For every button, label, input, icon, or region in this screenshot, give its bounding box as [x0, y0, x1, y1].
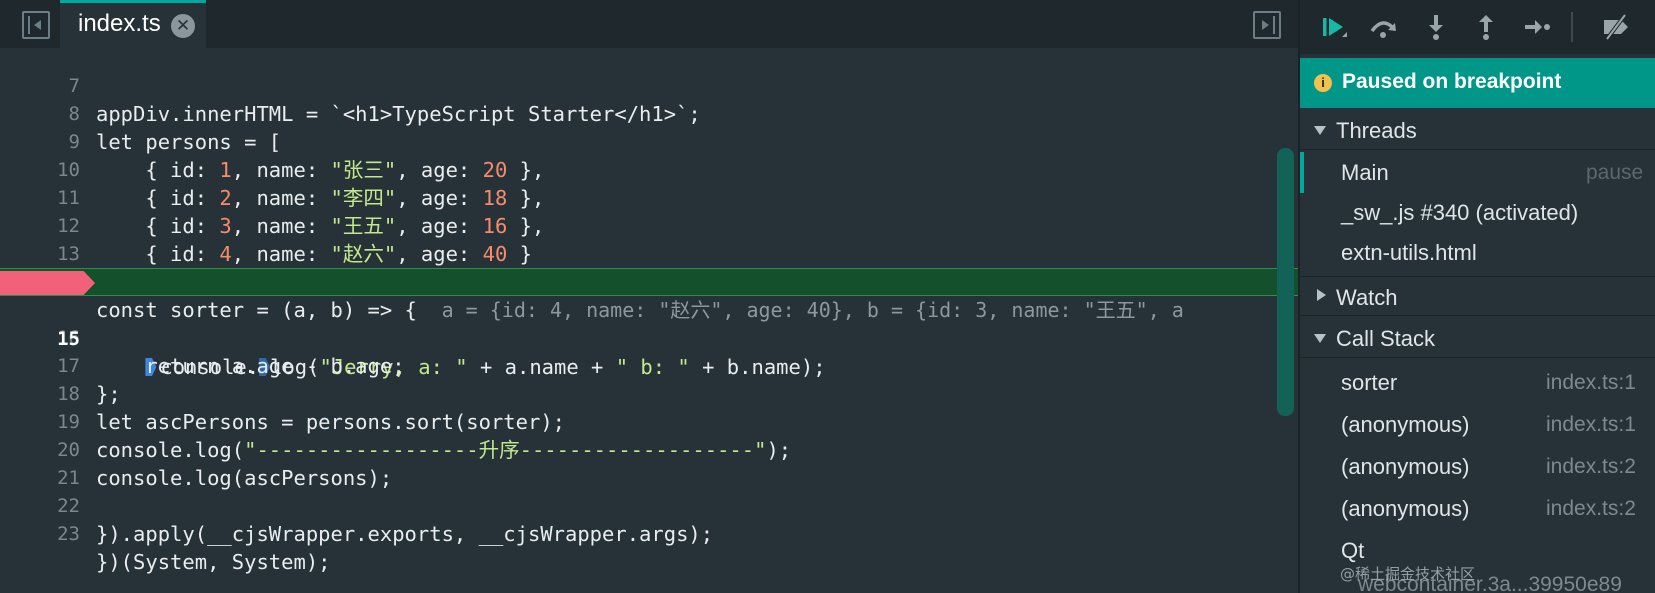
chevron-right-icon — [1317, 289, 1326, 301]
step-over-button[interactable] — [1368, 12, 1398, 42]
chevron-down-icon — [1314, 126, 1326, 135]
tab-index-ts[interactable]: index.ts ✕ — [60, 0, 206, 48]
frame-name: Qt — [1341, 538, 1365, 563]
code-line[interactable]: 19 console.log("------------------升序----… — [0, 380, 1298, 462]
thread-item[interactable]: extn-utils.html — [1300, 232, 1655, 273]
line-number[interactable]: 23 — [0, 520, 80, 548]
code-line[interactable]: 9 { id: 1, name: "张三", age: 20 }, — [0, 100, 1298, 182]
deactivate-breakpoints-button[interactable] — [1601, 12, 1631, 42]
step-button[interactable] — [1522, 12, 1552, 42]
collapse-right-icon — [1262, 20, 1269, 30]
editor-scrollbar[interactable] — [1277, 148, 1294, 416]
code-line[interactable]: 12 { id: 4, name: "赵六", age: 40 } — [0, 184, 1298, 266]
step-out-button[interactable] — [1471, 12, 1501, 42]
frame-location[interactable]: index.ts:2 — [1546, 455, 1636, 479]
code-line[interactable]: 16 return a.age - b.age; — [0, 296, 1298, 378]
debugger-toolbar — [1300, 0, 1655, 54]
deactivate-breakpoints-icon — [1604, 13, 1628, 41]
info-icon: i — [1314, 74, 1332, 92]
code-line[interactable]: 17 }; — [0, 324, 1298, 406]
frame-location[interactable]: index.ts:2 — [1546, 497, 1636, 521]
watermark: @稀土掘金技术社区 — [1340, 565, 1476, 583]
resume-button[interactable] — [1318, 12, 1348, 42]
step-in-icon — [1429, 15, 1443, 40]
editor-tab-bar: index.ts ✕ — [0, 0, 1298, 48]
call-frame[interactable]: (anonymous) index.ts:2 — [1300, 446, 1655, 487]
section-label: Threads — [1336, 118, 1417, 143]
line-number[interactable]: 15 — [0, 325, 80, 353]
code-line[interactable]: 21 — [0, 436, 1298, 489]
line-text: }).apply(__cjsWrapper.exports, __cjsWrap… — [96, 522, 714, 546]
section-label: Watch — [1336, 285, 1398, 310]
close-icon[interactable]: ✕ — [171, 14, 195, 38]
frame-name: (anonymous) — [1341, 454, 1470, 479]
code-line[interactable]: 7 appDiv.innerHTML = `<h1>TypeScript Sta… — [0, 44, 1298, 126]
chevron-down-icon — [1314, 334, 1326, 343]
breakpoint-marker[interactable] — [0, 271, 95, 295]
paused-status: Paused on breakpoint — [1342, 70, 1562, 93]
code-line[interactable]: 10 { id: 2, name: "李四", age: 18 }, — [0, 128, 1298, 210]
thread-name: _sw_.js #340 (activated) — [1341, 200, 1579, 225]
watch-section-header[interactable]: Watch — [1300, 276, 1655, 316]
toolbar-divider — [1571, 12, 1573, 42]
step-icon — [1525, 20, 1550, 34]
code-line[interactable]: 14 const sorter = (a, b) => { a = {id: 4… — [0, 240, 1298, 322]
resume-icon — [1323, 18, 1347, 37]
frame-name: (anonymous) — [1341, 412, 1470, 437]
active-breakpoint-line[interactable]: 15 console. log("Jerry, a: " + a.name + "… — [0, 268, 1298, 379]
thread-name: Main — [1341, 160, 1389, 185]
pane-bar-icon — [1273, 16, 1275, 34]
frame-location[interactable]: index.ts:1 — [1546, 371, 1636, 395]
collapse-left-icon — [34, 20, 41, 30]
code-editor: index.ts ✕ 7 appDiv.innerHTML = `<h1>Typ… — [0, 0, 1298, 593]
section-label: Call Stack — [1336, 326, 1436, 351]
code-line[interactable]: 13 ]; — [0, 212, 1298, 294]
line-text: })(System, System); — [96, 550, 331, 574]
call-frame[interactable]: (anonymous) index.ts:2 — [1300, 488, 1655, 529]
tab-label: index.ts — [78, 10, 161, 37]
frame-name: (anonymous) — [1341, 496, 1470, 521]
code-line[interactable]: 8 let persons = [ — [0, 72, 1298, 154]
step-over-icon — [1370, 21, 1396, 38]
code-line[interactable]: 20 console.log(ascPersons); — [0, 408, 1298, 490]
frame-name: sorter — [1341, 370, 1398, 395]
call-stack-section-header[interactable]: Call Stack — [1300, 318, 1655, 358]
thread-item-main[interactable]: Main pause — [1300, 152, 1655, 193]
code-line[interactable]: 23 })(System, System); — [0, 492, 1298, 574]
toggle-left-pane-button[interactable] — [22, 11, 50, 39]
step-out-icon — [1479, 15, 1493, 40]
thread-item[interactable]: _sw_.js #340 (activated) — [1300, 192, 1655, 233]
paused-banner: i Paused on breakpoint — [1300, 58, 1655, 108]
pane-bar-icon — [28, 16, 30, 34]
code-area[interactable]: 7 appDiv.innerHTML = `<h1>TypeScript Sta… — [0, 44, 1298, 574]
code-line[interactable]: 11 { id: 3, name: "王五", age: 16 }, — [0, 156, 1298, 238]
toggle-right-pane-button[interactable] — [1253, 11, 1281, 39]
thread-status: pause — [1586, 161, 1644, 184]
code-line[interactable]: 18 let ascPersons = persons.sort(sorter)… — [0, 352, 1298, 434]
step-in-button[interactable] — [1421, 12, 1451, 42]
call-frame[interactable]: sorter index.ts:1 — [1300, 362, 1655, 403]
call-frame[interactable]: (anonymous) index.ts:1 — [1300, 404, 1655, 445]
frame-location[interactable]: index.ts:1 — [1546, 413, 1636, 437]
threads-section-header[interactable]: Threads — [1300, 110, 1655, 150]
thread-name: extn-utils.html — [1341, 240, 1477, 265]
debugger-panel: i Paused on breakpoint Threads Main paus… — [1298, 0, 1655, 593]
code-line[interactable]: 22 }).apply(__cjsWrapper.exports, __cjsW… — [0, 464, 1298, 546]
